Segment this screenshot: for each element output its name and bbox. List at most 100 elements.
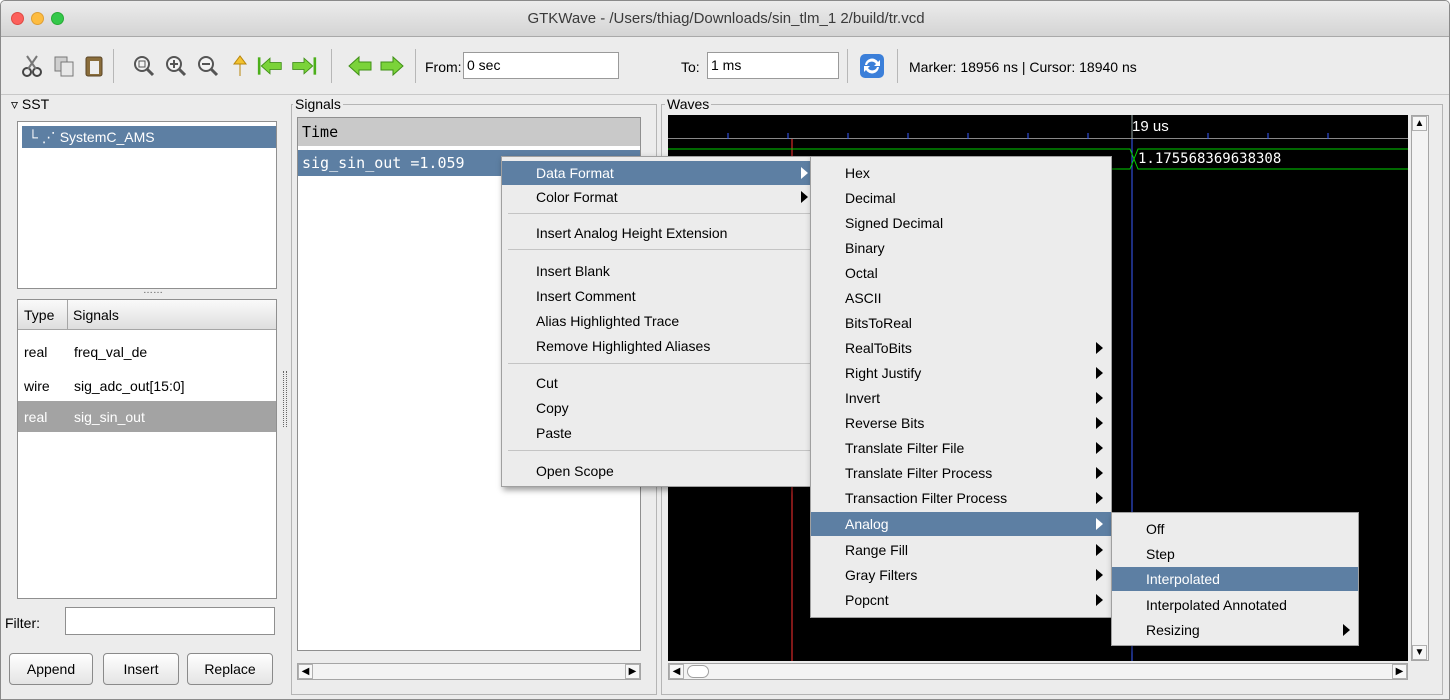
filter-label: Filter: [5,615,40,631]
scroll-thumb[interactable] [687,665,709,678]
menu-item-remove-highlighted-aliases[interactable]: Remove Highlighted Aliases [502,334,816,358]
prev-edge-icon[interactable] [347,53,373,79]
tree-node-icon: └ ⋰ [28,129,60,145]
submenu-arrow-icon [1096,342,1103,354]
menu-item-interpolated[interactable]: Interpolated [1112,567,1358,591]
scroll-right-icon[interactable]: ▶ [625,664,640,679]
column-type-header[interactable]: Type [24,307,54,323]
menu-item-paste[interactable]: Paste [502,421,816,445]
jump-start-icon[interactable] [257,53,283,79]
menu-item-translate-filter-file[interactable]: Translate Filter File [811,436,1111,460]
menu-item-insert-blank[interactable]: Insert Blank [502,259,816,283]
table-row[interactable]: real freq_val_de [18,336,276,367]
row-type: real [24,409,48,425]
filter-input[interactable] [65,607,275,635]
submenu-arrow-icon [1096,594,1103,606]
zoom-in-icon[interactable] [163,53,189,79]
sst-expander[interactable]: ▿ SST [9,96,52,113]
table-row-selected[interactable]: real sig_sin_out [18,401,276,432]
row-signal: sig_sin_out [74,409,145,425]
menu-item-range-fill[interactable]: Range Fill [811,538,1111,562]
scroll-right-icon[interactable]: ▶ [1392,664,1407,679]
submenu-arrow-icon [801,191,808,203]
to-label: To: [681,59,700,75]
scroll-left-icon[interactable]: ◀ [669,664,684,679]
menu-item-bitstoreal[interactable]: BitsToReal [811,311,1111,335]
menu-item-step[interactable]: Step [1112,542,1358,566]
tree-item-label: SystemC_AMS [59,129,155,145]
menu-item-analog[interactable]: Analog [811,512,1111,536]
menu-item-right-justify[interactable]: Right Justify [811,361,1111,385]
row-signal: freq_val_de [74,344,148,360]
menu-item-invert[interactable]: Invert [811,386,1111,410]
zoom-out-icon[interactable] [195,53,221,79]
sst-tree[interactable]: └ ⋰ SystemC_AMS [17,121,277,289]
reload-icon[interactable] [859,53,885,79]
menu-item-ascii[interactable]: ASCII [811,286,1111,310]
row-type: wire [24,378,50,394]
menu-item-off[interactable]: Off [1112,517,1358,541]
submenu-arrow-icon [1343,624,1350,636]
menu-item-insert-analog-height-extension[interactable]: Insert Analog Height Extension [502,221,816,245]
menu-item-signed-decimal[interactable]: Signed Decimal [811,211,1111,235]
undo-icon[interactable] [227,53,253,79]
scroll-left-icon[interactable]: ◀ [298,664,313,679]
zoom-fit-icon[interactable] [131,53,157,79]
menu-item-octal[interactable]: Octal [811,261,1111,285]
next-edge-icon[interactable] [379,53,405,79]
menu-item-copy[interactable]: Copy [502,396,816,420]
copy-icon[interactable] [51,53,77,79]
signal-value-label: sig_sin_out =1.059 [302,154,465,172]
scroll-up-icon[interactable]: ▲ [1412,116,1427,131]
menu-item-data-format[interactable]: Data Format [502,161,816,185]
vertical-pane-handle[interactable] [283,371,287,427]
append-button[interactable]: Append [9,653,93,685]
signals-group-label: Signals [293,96,343,112]
window-title: GTKWave - /Users/thiag/Downloads/sin_tlm… [527,10,925,27]
menu-item-gray-filters[interactable]: Gray Filters [811,563,1111,587]
menu-item-cut[interactable]: Cut [502,371,816,395]
menu-item-decimal[interactable]: Decimal [811,186,1111,210]
time-row: Time [298,118,640,146]
tree-item-systemc-ams[interactable]: └ ⋰ SystemC_AMS [22,126,276,148]
submenu-arrow-icon [801,167,808,179]
menu-item-binary[interactable]: Binary [811,236,1111,260]
submenu-arrow-icon [1096,544,1103,556]
jump-end-icon[interactable] [291,53,317,79]
gtkwave-window: GTKWave - /Users/thiag/Downloads/sin_tlm… [0,0,1450,700]
replace-button[interactable]: Replace [187,653,273,685]
insert-button[interactable]: Insert [103,653,179,685]
column-signals-header[interactable]: Signals [73,307,119,323]
menu-item-open-scope[interactable]: Open Scope [502,459,816,483]
menu-item-translate-filter-process[interactable]: Translate Filter Process [811,461,1111,485]
menu-item-transaction-filter-process[interactable]: Transaction Filter Process [811,486,1111,510]
menu-item-interpolated-annotated[interactable]: Interpolated Annotated [1112,593,1358,617]
submenu-arrow-icon [1096,367,1103,379]
waves-horizontal-scrollbar[interactable]: ◀ ▶ [668,663,1408,680]
waves-vertical-scrollbar[interactable]: ▲ ▼ [1411,115,1429,661]
paste-icon[interactable] [81,53,107,79]
menu-item-alias-highlighted-trace[interactable]: Alias Highlighted Trace [502,309,816,333]
toolbar: From: 0 sec To: 1 ms Marker: 18956 ns | … [1,37,1449,95]
submenu-arrow-icon [1096,442,1103,454]
menu-item-hex[interactable]: Hex [811,161,1111,185]
from-input[interactable]: 0 sec [463,52,619,79]
cut-icon[interactable] [19,53,45,79]
pane-resize-handle[interactable]: …… [143,285,163,296]
from-label: From: [425,59,462,75]
to-input[interactable]: 1 ms [707,52,839,79]
table-row[interactable]: wire sig_adc_out[15:0] [18,370,276,401]
submenu-arrow-icon [1096,518,1103,530]
menu-item-reverse-bits[interactable]: Reverse Bits [811,411,1111,435]
menu-item-resizing[interactable]: Resizing [1112,618,1358,642]
waves-group-label: Waves [665,96,712,112]
signals-scrollbar[interactable]: ◀ ▶ [297,663,641,680]
scroll-down-icon[interactable]: ▼ [1412,645,1427,660]
menu-item-insert-comment[interactable]: Insert Comment [502,284,816,308]
menu-item-realtobits[interactable]: RealToBits [811,336,1111,360]
submenu-arrow-icon [1096,417,1103,429]
menu-item-popcnt[interactable]: Popcnt [811,588,1111,612]
data-format-submenu: Hex Decimal Signed Decimal Binary Octal … [810,156,1112,618]
menu-item-color-format[interactable]: Color Format [502,185,816,209]
time-header: Time [302,123,339,141]
